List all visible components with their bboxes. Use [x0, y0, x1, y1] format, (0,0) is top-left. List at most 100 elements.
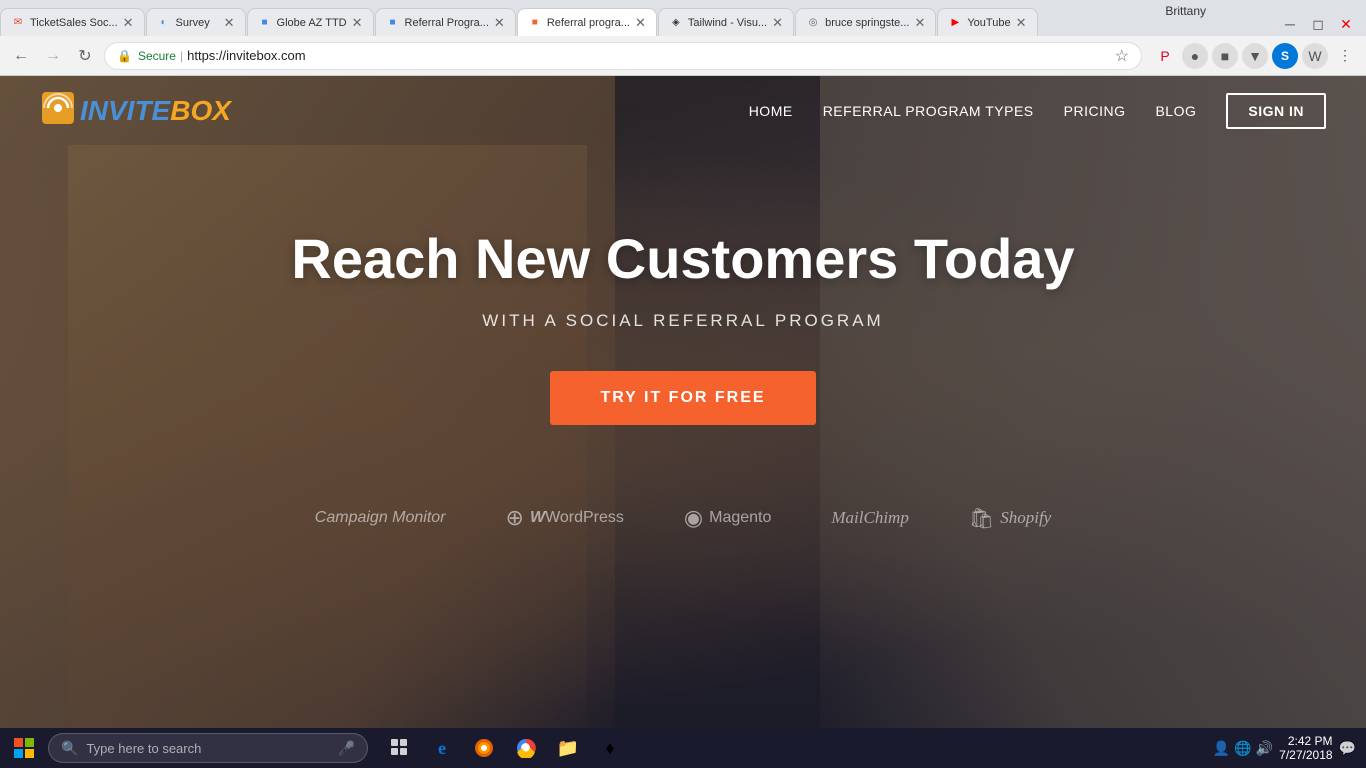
edge-icon: e: [438, 738, 446, 759]
maximize-button[interactable]: ◻: [1306, 12, 1330, 36]
edge-app[interactable]: e: [422, 730, 462, 766]
tab-3[interactable]: ■ Globe AZ TTD ✕: [247, 8, 374, 36]
logo-invite-text: INVITE: [80, 95, 170, 127]
taskbar-sys-icons: 👤 🌐 🔊: [1213, 740, 1273, 757]
tab-bar-tabs: ✉ TicketSales Soc... ✕ ◐ Survey ✕ ■ Glob…: [0, 8, 1278, 36]
logo-icon: [40, 90, 76, 133]
tab-close-8[interactable]: ✕: [1011, 15, 1027, 31]
tab-favicon-3: ■: [258, 16, 272, 30]
magento-text: Magento: [709, 509, 771, 527]
taskbar-apps: e 📁 ♦: [380, 730, 630, 766]
bookmark-icon[interactable]: ☆: [1115, 46, 1129, 66]
tab-1[interactable]: ✉ TicketSales Soc... ✕: [0, 8, 145, 36]
secure-icon: 🔒: [117, 49, 132, 63]
ext-icon-5[interactable]: W: [1302, 43, 1328, 69]
tab-bar-right: ─ ◻ ✕: [1278, 12, 1366, 36]
nav-blog[interactable]: BLOG: [1155, 103, 1196, 119]
tab-label-6: Tailwind - Visu...: [688, 17, 767, 29]
nav-home[interactable]: HOME: [749, 103, 793, 119]
tab-close-4[interactable]: ✕: [489, 15, 505, 31]
tab-label-4: Referral Progra...: [405, 17, 489, 29]
tab-favicon-7: ◎: [806, 16, 820, 30]
url-separator: |: [180, 49, 183, 63]
mailchimp-text: MailChimp: [831, 508, 908, 528]
partner-wordpress: ⊕ WWordPress: [506, 505, 624, 531]
tab-4[interactable]: ■ Referral Progra... ✕: [375, 8, 516, 36]
start-button[interactable]: [4, 730, 44, 766]
navbar: INVITE BOX HOME REFERRAL PROGRAM TYPES P…: [0, 76, 1366, 146]
chrome-menu-icon[interactable]: ⋮: [1332, 43, 1358, 69]
app6-icon: ♦: [605, 738, 614, 759]
tab-2[interactable]: ◐ Survey ✕: [146, 8, 246, 36]
back-button[interactable]: ←: [8, 43, 34, 69]
secure-label: Secure: [138, 49, 176, 63]
wordpress-icon: ⊕: [506, 505, 524, 531]
firefox-app[interactable]: [464, 730, 504, 766]
ext-icon-1[interactable]: ●: [1182, 43, 1208, 69]
hero-subtitle: WITH A SOCIAL REFERRAL PROGRAM: [482, 311, 883, 331]
tab-label-2: Survey: [176, 17, 210, 29]
notification-icon[interactable]: 💬: [1339, 740, 1356, 757]
nav-referral-types[interactable]: REFERRAL PROGRAM TYPES: [823, 103, 1034, 119]
tab-label-5: Referral progra...: [547, 17, 630, 29]
microphone-icon[interactable]: 🎤: [338, 740, 355, 757]
address-bar: ← → ↻ 🔒 Secure | https://invitebox.com ☆…: [0, 36, 1366, 76]
tab-5[interactable]: ■ Referral progra... ✕: [517, 8, 657, 36]
tab-bar: ✉ TicketSales Soc... ✕ ◐ Survey ✕ ■ Glob…: [0, 0, 1366, 36]
file-explorer-app[interactable]: 📁: [548, 730, 588, 766]
refresh-button[interactable]: ↻: [72, 43, 98, 69]
logo[interactable]: INVITE BOX: [40, 90, 231, 133]
hero-title: Reach New Customers Today: [291, 226, 1074, 291]
taskbar: 🔍 Type here to search 🎤 e: [0, 728, 1366, 768]
search-icon: 🔍: [61, 740, 78, 757]
people-icon[interactable]: 👤: [1213, 740, 1230, 757]
browser-frame: ✉ TicketSales Soc... ✕ ◐ Survey ✕ ■ Glob…: [0, 0, 1366, 768]
partner-campaign-monitor: Campaign Monitor: [315, 509, 446, 527]
shopify-text: Shopify: [1000, 508, 1051, 528]
taskbar-clock[interactable]: 2:42 PM 7/27/2018: [1279, 734, 1332, 762]
forward-button[interactable]: →: [40, 43, 66, 69]
taskbar-search-box[interactable]: 🔍 Type here to search 🎤: [48, 733, 368, 763]
hero-section: INVITE BOX HOME REFERRAL PROGRAM TYPES P…: [0, 76, 1366, 768]
tab-6[interactable]: ◈ Tailwind - Visu... ✕: [658, 8, 794, 36]
ext-icon-2[interactable]: ■: [1212, 43, 1238, 69]
volume-icon[interactable]: 🔊: [1256, 740, 1273, 757]
pinterest-icon[interactable]: P: [1152, 43, 1178, 69]
tab-favicon-2: ◐: [157, 16, 171, 30]
minimize-button[interactable]: ─: [1278, 12, 1302, 36]
url-text: https://invitebox.com: [187, 48, 306, 63]
tab-close-5[interactable]: ✕: [630, 15, 646, 31]
sign-in-button[interactable]: SIGN IN: [1226, 93, 1326, 129]
tab-8[interactable]: ▶ YouTube ✕: [937, 8, 1037, 36]
logo-box-text: BOX: [170, 95, 231, 127]
magento-icon: ◉: [684, 505, 703, 531]
tab-favicon-5: ■: [528, 16, 542, 30]
chrome-icon: [516, 738, 536, 758]
campaign-monitor-text: Campaign Monitor: [315, 509, 446, 527]
chrome-app[interactable]: [506, 730, 546, 766]
partner-shopify: 🛍 Shopify: [969, 506, 1051, 531]
tab-label-3: Globe AZ TTD: [277, 17, 347, 29]
tab-favicon-8: ▶: [948, 16, 962, 30]
taskbar-search-placeholder: Type here to search: [86, 741, 201, 756]
taskview-button[interactable]: [380, 730, 420, 766]
tab-close-6[interactable]: ✕: [767, 15, 783, 31]
tab-favicon-1: ✉: [11, 16, 25, 30]
partner-logos: Campaign Monitor ⊕ WWordPress ◉ Magento …: [315, 485, 1051, 531]
ext-icon-3[interactable]: ▼: [1242, 43, 1268, 69]
network-icon[interactable]: 🌐: [1234, 740, 1251, 757]
tab-close-1[interactable]: ✕: [118, 15, 134, 31]
profile-name[interactable]: Brittany: [1165, 4, 1206, 18]
ext-icon-4[interactable]: S: [1272, 43, 1298, 69]
url-bar[interactable]: 🔒 Secure | https://invitebox.com ☆: [104, 42, 1142, 70]
partner-magento: ◉ Magento: [684, 505, 771, 531]
tab-close-3[interactable]: ✕: [347, 15, 363, 31]
tab-close-7[interactable]: ✕: [909, 15, 925, 31]
tab-close-2[interactable]: ✕: [219, 15, 235, 31]
tab-7[interactable]: ◎ bruce springste... ✕: [795, 8, 936, 36]
cta-button[interactable]: TRY IT FOR FREE: [550, 371, 815, 425]
close-button[interactable]: ✕: [1334, 12, 1358, 36]
clock-time: 2:42 PM: [1279, 734, 1332, 748]
app6[interactable]: ♦: [590, 730, 630, 766]
nav-pricing[interactable]: PRICING: [1064, 103, 1126, 119]
